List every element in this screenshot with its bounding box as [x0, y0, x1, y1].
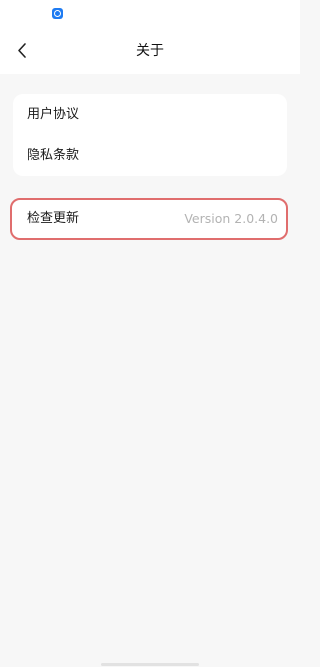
check-update-card: 检查更新 Version 2.0.4.0 [10, 198, 288, 240]
check-update-item[interactable]: 检查更新 Version 2.0.4.0 [12, 200, 286, 238]
status-bar [0, 0, 300, 28]
privacy-policy-label: 隐私条款 [27, 148, 80, 163]
version-label: Version 2.0.4.0 [184, 211, 278, 226]
page-title: 关于 [136, 43, 164, 59]
user-agreement-label: 用户协议 [27, 107, 80, 122]
back-button[interactable] [10, 36, 38, 66]
user-agreement-item[interactable]: 用户协议 [13, 94, 287, 135]
privacy-policy-item[interactable]: 隐私条款 [13, 135, 287, 176]
app-notification-icon [52, 8, 63, 19]
navigation-bar: 关于 [0, 28, 300, 74]
chevron-left-icon [18, 43, 26, 58]
home-indicator [101, 663, 199, 666]
check-update-label: 检查更新 [27, 211, 80, 226]
legal-card: 用户协议 隐私条款 [13, 94, 287, 176]
